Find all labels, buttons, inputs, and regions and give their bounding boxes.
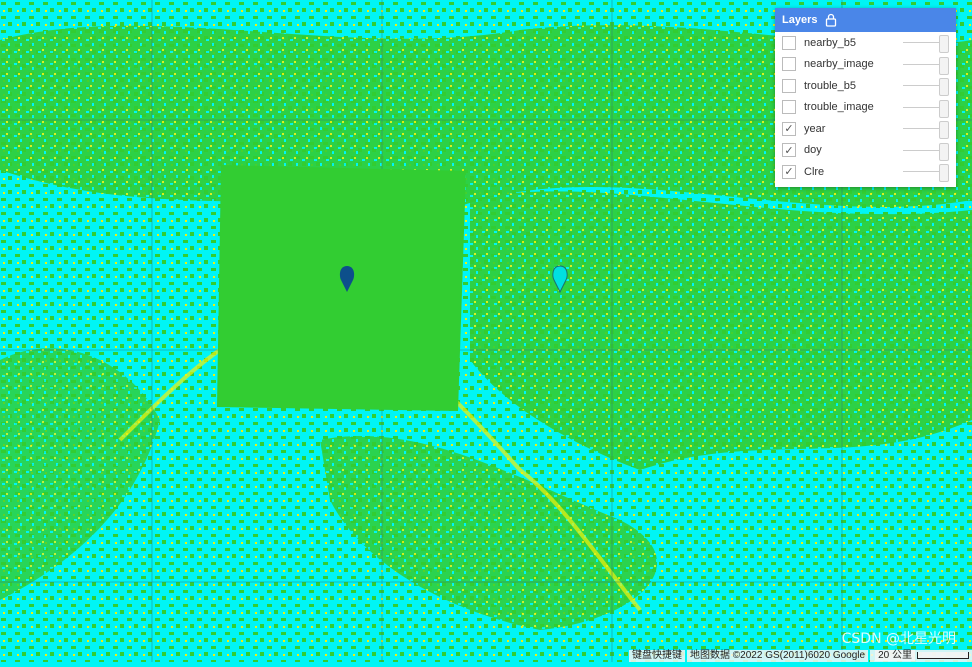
- watermark-text: CSDN @北星光明: [841, 631, 956, 647]
- opacity-slider-track[interactable]: [903, 149, 941, 151]
- opacity-slider-handle[interactable]: [939, 164, 949, 182]
- opacity-slider-handle[interactable]: [939, 121, 949, 139]
- opacity-slider-track[interactable]: [903, 106, 941, 108]
- opacity-slider-track[interactable]: [903, 171, 941, 172]
- scale-bar: [917, 651, 969, 659]
- scale-indicator[interactable]: 20 公里: [870, 650, 972, 662]
- opacity-slider-track[interactable]: [903, 42, 941, 43]
- layers-panel-title: Layers: [782, 14, 818, 26]
- opacity-slider-handle[interactable]: [939, 35, 949, 53]
- layers-panel-header[interactable]: Layers: [775, 8, 956, 32]
- layer-checkbox[interactable]: [782, 78, 796, 93]
- layer-checkbox[interactable]: [782, 35, 796, 50]
- layer-list: nearby_b5 nearby_image trouble_b5 trouble_i…: [775, 32, 956, 183]
- lock-icon[interactable]: [825, 13, 837, 27]
- scale-label: 20 公里: [875, 650, 915, 661]
- layer-row-trouble-b5[interactable]: trouble_b5: [775, 75, 956, 97]
- layer-row-trouble-image[interactable]: trouble_image: [775, 97, 956, 119]
- layer-row-doy[interactable]: ✓ doy: [775, 140, 956, 162]
- map-footer: 键盘快捷键 地图数据 ©2022 GS(2011)6020 Google 20 …: [627, 650, 972, 662]
- layer-checkbox[interactable]: [782, 100, 796, 115]
- opacity-slider-track[interactable]: [903, 128, 941, 129]
- clre-square-region: [217, 165, 466, 411]
- layer-checkbox[interactable]: [782, 57, 796, 72]
- opacity-slider-handle[interactable]: [939, 78, 949, 96]
- layer-checkbox[interactable]: ✓: [782, 164, 796, 179]
- opacity-slider-handle[interactable]: [939, 142, 949, 161]
- map-data-attribution: 地图数据 ©2022 GS(2011)6020 Google: [687, 650, 869, 662]
- layer-checkbox[interactable]: ✓: [782, 121, 796, 136]
- layer-checkbox[interactable]: ✓: [782, 143, 796, 158]
- layers-panel: Layers nearby_b5 nearby_image trouble_b5 tr…: [775, 8, 956, 187]
- opacity-slider-track[interactable]: [903, 63, 941, 65]
- opacity-slider-handle[interactable]: [939, 99, 949, 118]
- keyboard-shortcuts-link[interactable]: 键盘快捷键: [629, 650, 686, 662]
- layer-row-nearby-b5[interactable]: nearby_b5: [775, 32, 956, 54]
- opacity-slider-track[interactable]: [903, 85, 941, 86]
- layer-row-nearby-image[interactable]: nearby_image: [775, 54, 956, 76]
- layer-row-clre[interactable]: ✓ Clre: [775, 161, 956, 183]
- layer-row-year[interactable]: ✓ year: [775, 118, 956, 140]
- opacity-slider-handle[interactable]: [939, 56, 949, 75]
